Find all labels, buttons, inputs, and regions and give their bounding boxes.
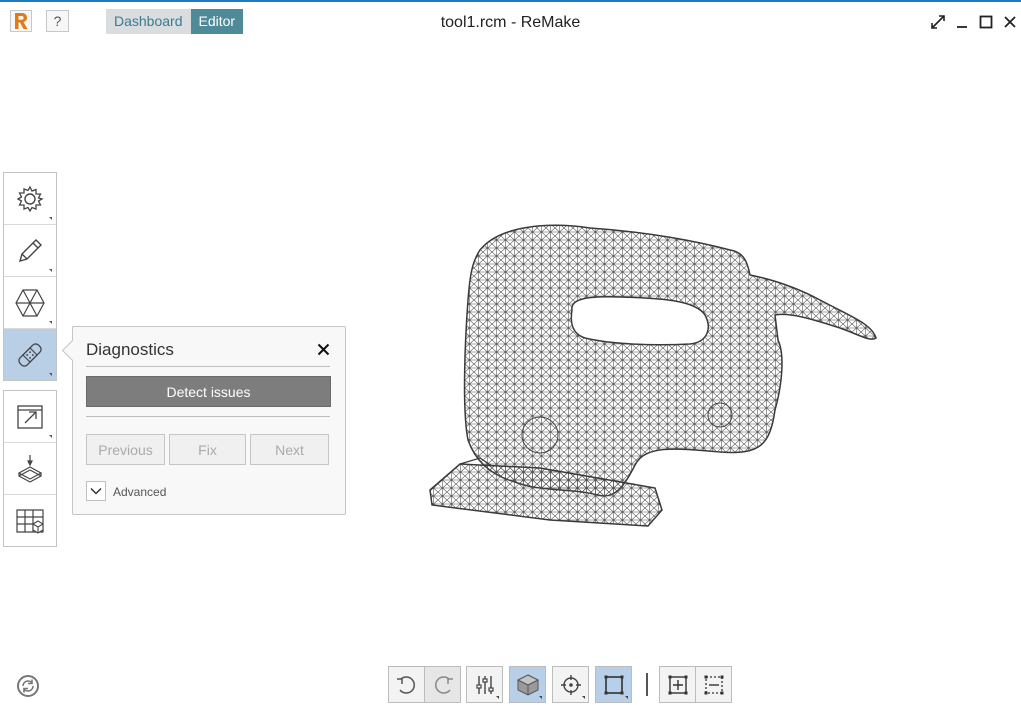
divider bbox=[86, 366, 330, 367]
crosshair-icon bbox=[560, 674, 581, 695]
previous-button[interactable]: Previous bbox=[86, 434, 165, 465]
view-settings-button[interactable] bbox=[466, 666, 503, 703]
detect-issues-button[interactable]: Detect issues bbox=[86, 376, 331, 407]
sliders-icon bbox=[475, 675, 494, 694]
diagnostics-panel: Diagnostics Detect issues Previous Fix N… bbox=[61, 326, 346, 515]
fit-view-icon bbox=[668, 675, 687, 694]
redo-icon bbox=[434, 675, 453, 694]
toolbar-separator bbox=[646, 673, 648, 696]
maximize-button[interactable] bbox=[975, 11, 997, 33]
selection-mode-button[interactable] bbox=[595, 666, 632, 703]
dashed-select-icon bbox=[704, 675, 723, 694]
left-toolbar-main bbox=[3, 172, 57, 381]
panel-pointer bbox=[61, 339, 84, 362]
handle-opening bbox=[570, 296, 709, 346]
gear-icon bbox=[16, 185, 44, 212]
divider bbox=[86, 416, 330, 417]
advanced-toggle[interactable] bbox=[86, 481, 106, 501]
settings-tool[interactable] bbox=[4, 173, 56, 225]
sync-icon[interactable] bbox=[15, 673, 41, 699]
close-icon bbox=[317, 343, 329, 355]
grid-cube-icon bbox=[16, 508, 44, 534]
undo-button[interactable] bbox=[388, 666, 425, 703]
advanced-label: Advanced bbox=[113, 485, 167, 499]
next-button[interactable]: Next bbox=[250, 434, 329, 465]
pencil-icon bbox=[18, 238, 42, 262]
bandage-icon bbox=[18, 342, 42, 367]
redo-button[interactable] bbox=[424, 666, 461, 703]
expand-icon bbox=[931, 15, 945, 29]
close-window-button[interactable] bbox=[999, 11, 1021, 33]
minimize-icon bbox=[957, 26, 967, 28]
mesh-model-viewport[interactable] bbox=[420, 220, 885, 538]
print-tool[interactable] bbox=[4, 443, 56, 495]
panel-close-button[interactable] bbox=[315, 341, 331, 357]
region-select-button[interactable] bbox=[695, 666, 732, 703]
export-icon bbox=[17, 404, 43, 429]
fix-button[interactable]: Fix bbox=[169, 434, 246, 465]
left-toolbar-output bbox=[3, 390, 57, 547]
panel-title: Diagnostics bbox=[86, 340, 174, 359]
shaded-cube-icon bbox=[516, 673, 539, 696]
analyze-repair-tool[interactable] bbox=[4, 329, 56, 380]
square-select-icon bbox=[604, 675, 623, 694]
mesh-tool[interactable] bbox=[4, 277, 56, 329]
shading-mode-button[interactable] bbox=[509, 666, 546, 703]
jigsaw-body bbox=[463, 224, 877, 497]
print-3d-icon bbox=[17, 454, 43, 483]
chevron-down-icon bbox=[90, 487, 102, 495]
window-title: tool1.rcm - ReMake bbox=[440, 14, 581, 31]
export-tool[interactable] bbox=[4, 391, 56, 443]
fit-view-button[interactable] bbox=[659, 666, 696, 703]
hexagon-icon bbox=[15, 288, 45, 317]
close-icon bbox=[1004, 16, 1016, 28]
fullscreen-button[interactable] bbox=[927, 11, 949, 33]
pivot-button[interactable] bbox=[552, 666, 589, 703]
measure-tool[interactable] bbox=[4, 495, 56, 546]
maximize-icon bbox=[979, 15, 993, 29]
undo-icon bbox=[396, 675, 415, 694]
edit-tool[interactable] bbox=[4, 225, 56, 277]
minimize-button[interactable] bbox=[951, 11, 973, 33]
